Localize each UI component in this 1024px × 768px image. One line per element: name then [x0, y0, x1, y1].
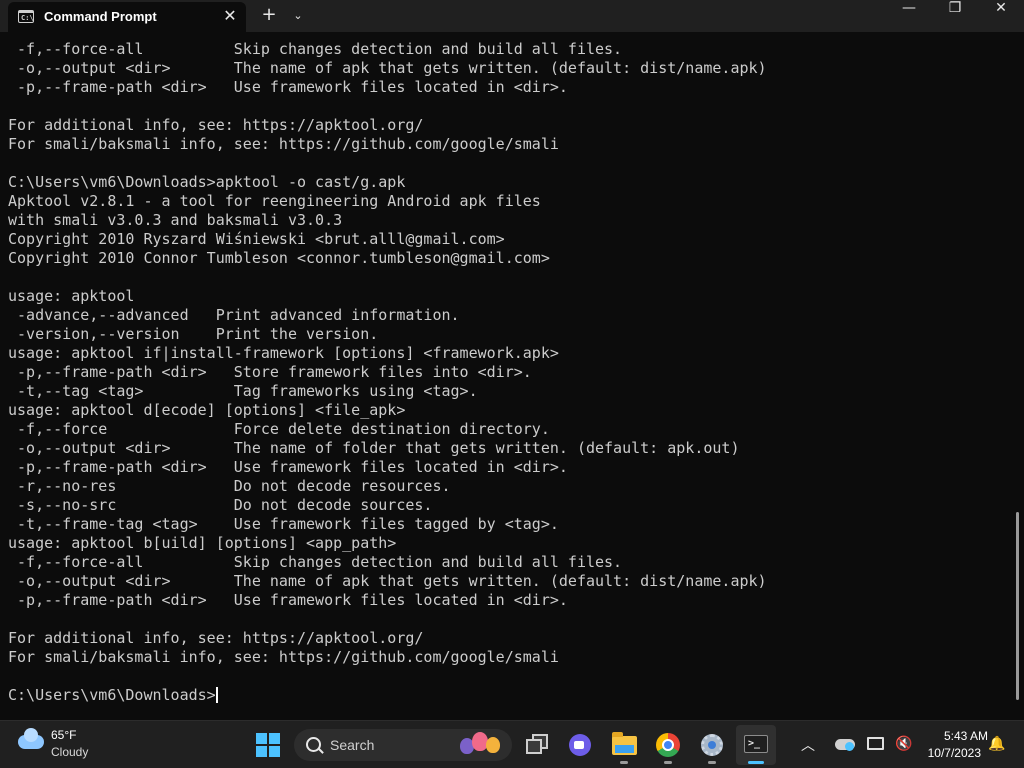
terminal-area[interactable]: -f,--force-all Skip changes detection an… [0, 32, 1024, 720]
command-prompt-icon: C:\ [18, 10, 34, 23]
command-prompt-line: C:\Users\vm6\Downloads> [8, 686, 216, 704]
weather-widget[interactable]: 65°F Cloudy [14, 728, 124, 762]
close-window-button[interactable]: ✕ [978, 0, 1024, 32]
teams-meet-app[interactable] [560, 725, 600, 765]
hot-air-balloon-icon [460, 732, 506, 758]
maximize-button[interactable]: ❐ [932, 0, 978, 32]
chevron-up-icon[interactable]: ︿ [801, 735, 815, 755]
search-icon [306, 737, 321, 752]
volume-muted-icon[interactable]: 🔇 [895, 736, 913, 754]
network-icon[interactable] [867, 737, 884, 750]
weather-temperature: 65°F [51, 728, 77, 742]
tab-command-prompt[interactable]: C:\ Command Prompt ✕ [8, 2, 246, 32]
new-tab-button[interactable]: + [258, 5, 280, 27]
running-indicator [620, 761, 628, 764]
weather-condition: Cloudy [51, 745, 89, 759]
chrome-icon [656, 733, 680, 757]
running-indicator [664, 761, 672, 764]
close-tab-icon[interactable]: ✕ [220, 6, 240, 26]
taskbar: 65°F Cloudy Search >_ ︿ 🔇 5:43 AM 10/7/2… [0, 720, 1024, 768]
tab-title: Command Prompt [44, 9, 157, 24]
terminal-output: -f,--force-all Skip changes detection an… [8, 40, 767, 705]
cloud-icon [18, 728, 44, 749]
chrome-app[interactable] [648, 725, 688, 765]
folder-icon [612, 732, 637, 755]
file-explorer-app[interactable] [604, 725, 644, 765]
terminal-icon: >_ [744, 735, 768, 753]
tab-dropdown-button[interactable]: ⌄ [288, 5, 308, 27]
terminal-app[interactable]: >_ [736, 725, 776, 765]
terminal-history: -f,--force-all Skip changes detection an… [8, 40, 767, 666]
minimize-button[interactable]: — [886, 0, 932, 32]
active-indicator [748, 761, 764, 764]
gear-icon [701, 734, 723, 756]
onedrive-icon[interactable] [835, 739, 855, 751]
text-cursor [215, 687, 218, 703]
command-prompt-icon-text: C:\ [21, 14, 34, 22]
title-bar: C:\ Command Prompt ✕ + ⌄ — ❐ ✕ [0, 0, 1024, 32]
notification-bell-icon[interactable]: 🔔 [988, 736, 1005, 752]
clock-time[interactable]: 5:43 AM [930, 729, 988, 743]
video-call-icon [569, 734, 591, 756]
search-label: Search [330, 737, 375, 753]
taskbar-search-box[interactable]: Search [294, 729, 512, 761]
windows-start-icon[interactable] [256, 733, 280, 757]
task-view-icon[interactable] [518, 725, 558, 765]
vertical-scrollbar[interactable] [1016, 512, 1019, 700]
clock-date[interactable]: 10/7/2023 [920, 746, 981, 760]
settings-app[interactable] [692, 725, 732, 765]
running-indicator [708, 761, 716, 764]
